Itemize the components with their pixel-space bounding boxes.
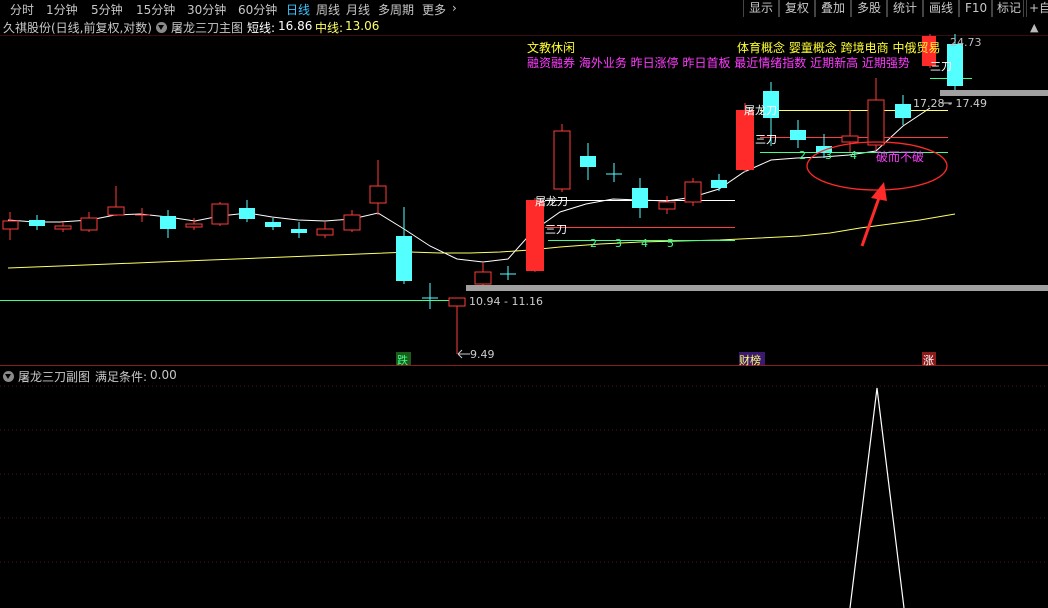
candle: [54, 222, 72, 232]
candle: [658, 196, 676, 214]
candle: [553, 124, 571, 192]
candle: [448, 297, 466, 354]
count-1-a: 2: [590, 237, 597, 250]
circle-annotation-text: 破而不破: [876, 150, 925, 164]
candle: [316, 222, 334, 238]
candle: [632, 178, 648, 218]
sandao-label-1: 三刀: [545, 223, 567, 236]
count-2-c: 4: [850, 149, 857, 162]
tag-die: 跌: [397, 354, 408, 367]
count-1-b: 3: [615, 237, 622, 250]
ma-mid-line: [7, 213, 956, 269]
count-1-d: 5: [667, 237, 674, 250]
sub-signal-line: [849, 387, 905, 608]
candle: [580, 143, 596, 180]
candle: [711, 174, 727, 191]
tag-zhang: 涨: [923, 354, 934, 367]
grey-bar-low: [466, 285, 1048, 291]
sandao-label-2: 三刀: [755, 133, 777, 146]
count-2-b: 3: [825, 149, 832, 162]
range-high-label: 17.28 - 17.49: [913, 97, 987, 110]
price-top: 24.73: [950, 36, 982, 49]
sandao-label-3: 三刀: [930, 60, 952, 73]
concept-magenta: 融资融券 海外业务 昨日涨停 昨日首板 最近情绪指数 近期新高 近期强势: [527, 56, 910, 70]
tag-caibang: 财榜: [739, 354, 761, 367]
tulong-label-1: 屠龙: [535, 195, 557, 208]
candle: [606, 163, 622, 182]
candle: [841, 110, 859, 152]
candle: [343, 210, 361, 232]
candle: [2, 212, 19, 240]
sub-indicator-dropdown-icon[interactable]: [3, 371, 14, 382]
candle: [107, 186, 125, 216]
count-2-a: 2: [799, 149, 806, 162]
candle: [422, 283, 438, 309]
condition-value: 0.00: [150, 368, 177, 382]
sub-grid: [0, 385, 1048, 563]
low-price-label: 9.49: [470, 348, 495, 361]
candle: [135, 208, 150, 222]
dao-label-2: 刀: [766, 104, 777, 117]
count-1-c: 4: [641, 237, 648, 250]
grey-bar-high: [940, 90, 1048, 96]
candle: [29, 215, 45, 230]
candle: [211, 202, 229, 226]
candle: [80, 212, 98, 232]
candle: [867, 78, 885, 150]
candle: [291, 222, 307, 238]
candle: [474, 262, 492, 285]
candle: [369, 160, 387, 215]
sub-indicator-name[interactable]: 屠龙三刀副图: [18, 368, 90, 385]
candle: [239, 200, 255, 222]
candle: [526, 198, 544, 272]
candle: [396, 207, 412, 284]
tulong-label-2: 屠龙: [744, 104, 766, 117]
candle: [160, 210, 176, 238]
condition-label: 满足条件:: [95, 370, 148, 384]
candle: [500, 266, 516, 280]
candle: [790, 120, 806, 148]
candle: [265, 218, 281, 230]
candle: [684, 178, 702, 206]
candle: [895, 95, 911, 125]
range-low-label: 10.94 - 11.16: [469, 295, 543, 308]
dao-label-1: 刀: [557, 195, 568, 208]
